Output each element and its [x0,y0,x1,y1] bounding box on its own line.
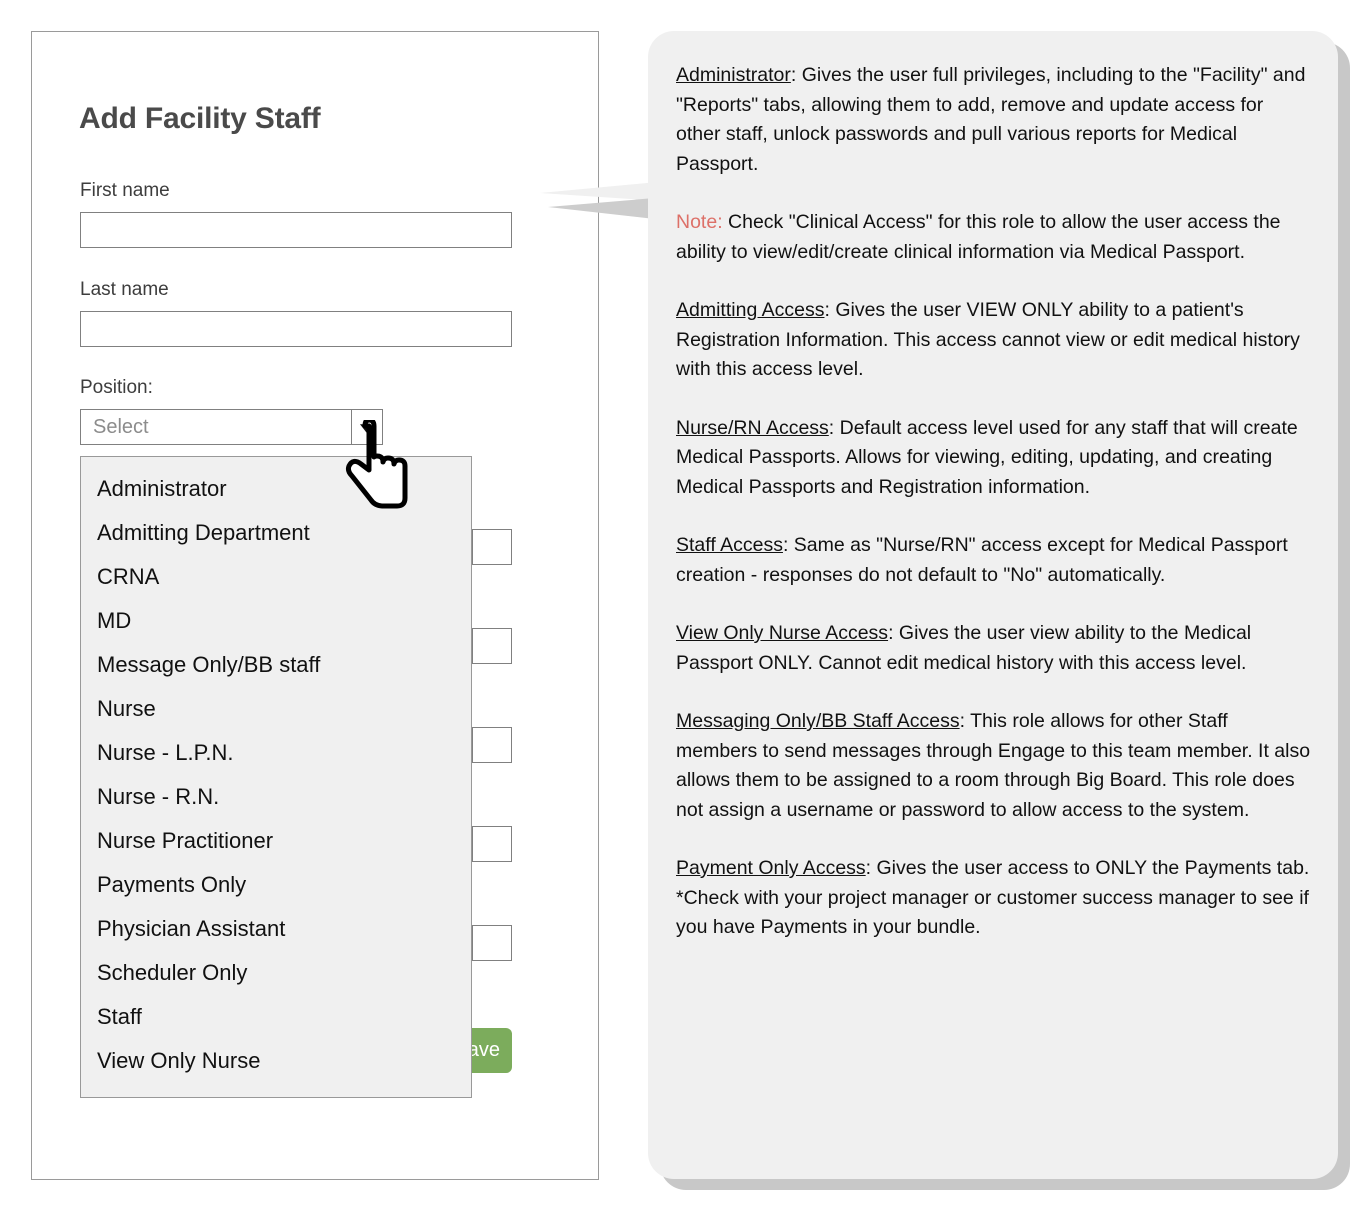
role-term: Administrator [676,64,791,86]
dropdown-option[interactable]: Message Only/BB staff [81,643,471,687]
dropdown-option[interactable]: Staff [81,995,471,1039]
dropdown-option[interactable]: Payments Only [81,863,471,907]
last-name-input[interactable] [80,311,512,347]
role-term: View Only Nurse Access [676,622,889,644]
role-term: Messaging Only/BB Staff Access [676,710,960,732]
dropdown-option[interactable]: View Only Nurse [81,1039,471,1083]
position-select-value: Select [93,416,149,438]
last-name-label: Last name [80,279,169,300]
hidden-field-1[interactable] [472,529,512,565]
dropdown-option[interactable]: Physician Assistant [81,907,471,951]
dropdown-option[interactable]: Nurse - R.N. [81,775,471,819]
role-description-paragraph: Note: Check "Clinical Access" for this r… [676,208,1312,267]
role-description-paragraph: Messaging Only/BB Staff Access: This rol… [676,707,1312,825]
dropdown-option[interactable]: Administrator [81,467,471,511]
role-description-body: Check "Clinical Access" for this role to… [676,211,1281,263]
dropdown-option[interactable]: Nurse Practitioner [81,819,471,863]
role-description-paragraph: Staff Access: Same as "Nurse/RN" access … [676,531,1312,590]
first-name-input[interactable] [80,212,512,248]
role-description-paragraph: Admitting Access: Gives the user VIEW ON… [676,296,1312,385]
role-term: Admitting Access [676,299,825,321]
role-description-paragraph: View Only Nurse Access: Gives the user v… [676,619,1312,678]
role-term: Staff Access [676,534,783,556]
note-label: Note: [676,211,723,233]
hidden-field-5[interactable] [472,925,512,961]
first-name-label: First name [80,180,170,201]
role-term: Payment Only Access [676,857,866,879]
position-select[interactable]: Select [80,409,383,445]
position-label: Position: [80,377,153,398]
dropdown-option[interactable]: Scheduler Only [81,951,471,995]
role-description-paragraph: Nurse/RN Access: Default access level us… [676,414,1312,503]
hidden-field-4[interactable] [472,826,512,862]
position-dropdown-list[interactable]: Administrator Admitting Department CRNA MD M… [80,456,472,1098]
chevron-down-icon[interactable] [351,410,382,444]
page-title: Add Facility Staff [79,102,321,135]
dropdown-option[interactable]: Admitting Department [81,511,471,555]
role-term: Nurse/RN Access [676,416,829,439]
hidden-field-2[interactable] [472,628,512,664]
dropdown-option[interactable]: CRNA [81,555,471,599]
dropdown-option[interactable]: MD [81,599,471,643]
role-descriptions-panel: Administrator: Gives the user full privi… [648,31,1338,1179]
role-description-paragraph: Administrator: Gives the user full privi… [676,61,1312,179]
dropdown-option[interactable]: Nurse - L.P.N. [81,731,471,775]
role-description-paragraph: Payment Only Access: Gives the user acce… [676,854,1312,943]
dropdown-option[interactable]: Nurse [81,687,471,731]
hidden-field-3[interactable] [472,727,512,763]
